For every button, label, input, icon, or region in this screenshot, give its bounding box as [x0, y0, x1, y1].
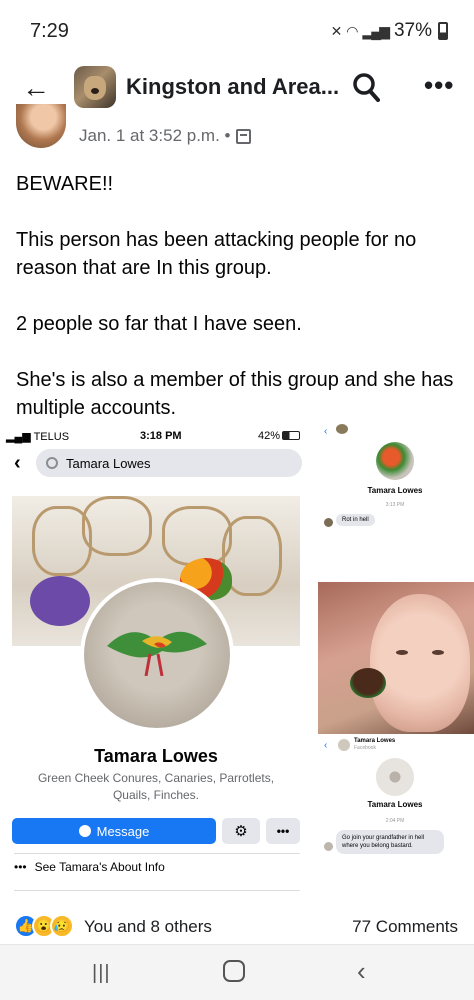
post-photo-profile-screenshot[interactable]: ▂▄▆ TELUS 3:18 PM 42% ‹ Tamara Lowes Tam…: [0, 420, 312, 905]
screenshot-status-bar: ▂▄▆ TELUS 3:18 PM 42%: [0, 426, 312, 448]
chat-header-sub: Facebook: [354, 745, 376, 751]
battery-percent: 37%: [393, 20, 432, 41]
post-photo-chat-2[interactable]: ‹ Tamara Lowes Facebook Tamara Lowes 2:0…: [316, 734, 474, 906]
author-avatar[interactable]: [16, 104, 66, 148]
sad-icon: 😥: [50, 914, 74, 938]
divider: [14, 890, 300, 891]
divider: [14, 853, 300, 854]
signal-icon: ▂▄▆: [362, 22, 390, 39]
post-timestamp[interactable]: Jan. 1 at 3:52 p.m. •: [79, 126, 252, 146]
more-icon[interactable]: •••: [424, 70, 454, 101]
mute-icon: ✕: [330, 22, 343, 39]
post-body: BEWARE!! This person has been attacking …: [16, 170, 461, 450]
screenshot-search-value: Tamara Lowes: [66, 455, 151, 471]
screenshot-carrier: ▂▄▆ TELUS: [6, 431, 70, 443]
face: [370, 594, 470, 732]
post-paragraph: BEWARE!!: [16, 173, 114, 195]
avatar: [324, 842, 333, 851]
wifi-icon: ◠: [346, 22, 358, 39]
chat-avatar: [376, 442, 414, 480]
status-icons: ✕ ◠ ▂▄▆ 37%: [331, 20, 448, 42]
home-icon[interactable]: [223, 960, 245, 982]
post-timestamp-text: Jan. 1 at 3:52 p.m. •: [79, 126, 231, 145]
system-nav-bar: ||| ‹: [0, 944, 474, 1000]
chat-message: Rot in hell: [336, 514, 375, 526]
profile-picture: [80, 578, 234, 732]
screenshot-profile-description: Green Cheek Conures, Canaries, Parrotlet…: [37, 771, 275, 802]
search-icon[interactable]: [352, 72, 380, 102]
chat-name: Tamara Lowes: [367, 486, 423, 495]
group-title[interactable]: Kingston and Area...: [126, 74, 339, 100]
screenshot-profile-name: Tamara Lowes: [94, 746, 218, 766]
chat-header-name: Tamara Lowes: [354, 738, 396, 744]
signal-icon: ▂▄▆: [6, 431, 34, 443]
battery-icon: [282, 431, 301, 440]
recents-icon[interactable]: |||: [92, 962, 111, 985]
post-paragraph: 2 people so far that I have seen.: [16, 313, 302, 335]
avatar: [324, 518, 333, 527]
post-paragraph: She's is also a member of this group and…: [16, 369, 454, 419]
more-icon: •••: [266, 818, 300, 844]
post-photo-selfie[interactable]: [318, 582, 474, 734]
chat-timestamp: 2:04 PM: [385, 818, 405, 824]
chat-name: Tamara Lowes: [367, 800, 423, 809]
bird-icon: [107, 631, 207, 676]
screenshot-search-bar: Tamara Lowes: [36, 449, 302, 477]
group-icon: [236, 128, 252, 144]
bird-icon: [350, 668, 386, 698]
avatar: [336, 424, 348, 434]
back-icon: ‹: [324, 426, 328, 437]
chat-message: Go join your grandfather in hell where y…: [336, 830, 444, 854]
chat-timestamp: 3:13 PM: [385, 502, 405, 508]
back-arrow-icon[interactable]: ←: [22, 74, 50, 102]
message-label: Message: [96, 823, 150, 839]
post-photo-chat-1[interactable]: ‹ Tamara Lowes 3:13 PM Rot in hell: [316, 420, 474, 580]
reaction-icons[interactable]: 👍 😮 😥: [14, 914, 74, 938]
about-label: See Tamara's About Info: [34, 860, 165, 874]
screenshot-about-row: ••• See Tamara's About Info: [14, 860, 165, 874]
messenger-icon: [78, 825, 91, 837]
reaction-summary[interactable]: You and 8 others: [84, 917, 212, 937]
screenshot-back-icon: ‹: [14, 452, 21, 474]
chat-avatar: [376, 758, 414, 796]
gear-icon: ⚙: [222, 818, 260, 844]
search-icon: [46, 457, 58, 469]
nav-back-icon[interactable]: ‹: [357, 956, 366, 987]
app-header: ← Kingston and Area... •••: [0, 62, 474, 114]
post-meta: Jan. 1 at 3:52 p.m. •: [0, 104, 474, 150]
back-icon: ‹: [324, 740, 328, 751]
battery-icon: [438, 22, 448, 40]
more-icon: •••: [14, 860, 27, 874]
status-bar: 7:29 ✕ ◠ ▂▄▆ 37%: [0, 0, 474, 62]
screenshot-battery: 42%: [258, 430, 301, 442]
avatar: [338, 739, 350, 751]
screenshot-time: 3:18 PM: [140, 430, 182, 442]
comments-count[interactable]: 77 Comments: [352, 917, 458, 937]
post-paragraph: This person has been attacking people fo…: [16, 229, 417, 279]
status-time: 7:29: [30, 20, 69, 42]
screenshot-message-button: Message: [12, 818, 216, 844]
reactions-bar: 👍 😮 😥 You and 8 others 77 Comments: [0, 908, 474, 944]
group-avatar[interactable]: [74, 66, 116, 108]
